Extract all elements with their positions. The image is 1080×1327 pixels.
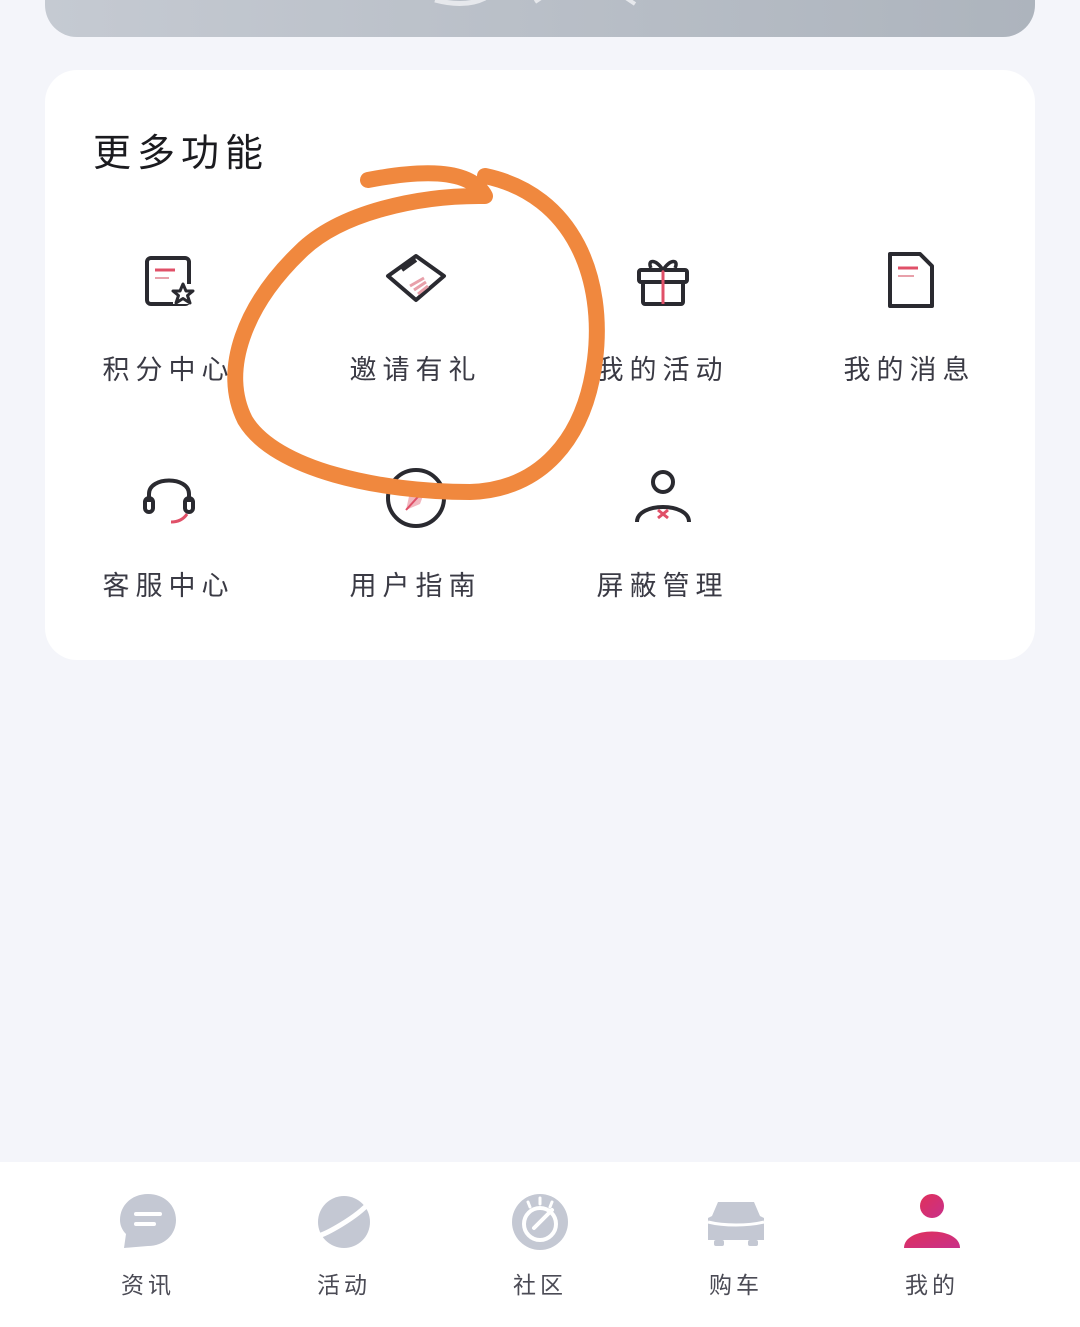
headset-icon: [133, 462, 205, 534]
planet-icon: [312, 1190, 376, 1254]
user-icon: [900, 1190, 964, 1254]
message-document-icon: [874, 246, 946, 318]
grid-item-block-management[interactable]: 屏蔽管理: [539, 462, 786, 642]
more-functions-card: 更多功能 积分中心 邀请有礼 我的活动 我的消息 客服中心 用户指南 屏蔽管理: [45, 70, 1035, 660]
tab-mine[interactable]: 我的: [824, 1162, 1040, 1327]
tab-activities[interactable]: 活动: [236, 1162, 452, 1327]
tab-label: 我的: [905, 1273, 959, 1299]
tab-community[interactable]: 社区: [432, 1162, 648, 1327]
grid-item-label: 我的消息: [843, 355, 976, 386]
grid-item-label: 邀请有礼: [349, 355, 482, 386]
tab-buy-car[interactable]: 购车: [628, 1162, 844, 1327]
user-block-icon: [627, 462, 699, 534]
compass-icon: [380, 462, 452, 534]
points-certificate-icon: [133, 246, 205, 318]
grid-item-my-activities[interactable]: 我的活动: [539, 246, 786, 426]
section-title: 更多功能: [93, 131, 270, 175]
grid-item-points-center[interactable]: 积分中心: [45, 246, 292, 426]
grid-item-user-guide[interactable]: 用户指南: [292, 462, 539, 642]
top-banner[interactable]: [45, 0, 1035, 37]
grid-item-invite-gift[interactable]: 邀请有礼: [292, 246, 539, 426]
grid-item-label: 屏蔽管理: [596, 571, 729, 602]
tab-label: 购车: [709, 1273, 763, 1299]
car-icon: [704, 1190, 768, 1254]
grid-item-label: 客服中心: [102, 571, 235, 602]
tab-label: 社区: [513, 1273, 567, 1299]
tab-label: 活动: [317, 1273, 371, 1299]
handshake-icon: [380, 246, 452, 318]
tab-label: 资讯: [121, 1273, 175, 1299]
bottom-tab-bar: 资讯 活动 社区 购车 我的: [0, 1162, 1080, 1327]
grid-item-label: 我的活动: [596, 355, 729, 386]
gift-icon: [627, 246, 699, 318]
chat-bubble-icon: [116, 1190, 180, 1254]
tab-news[interactable]: 资讯: [40, 1162, 256, 1327]
grid-item-label: 用户指南: [349, 571, 482, 602]
grid-item-customer-service[interactable]: 客服中心: [45, 462, 292, 642]
community-icon: [508, 1190, 572, 1254]
banner-decoration-icon: [434, 0, 637, 6]
grid-item-my-messages[interactable]: 我的消息: [786, 246, 1033, 426]
grid-item-label: 积分中心: [102, 355, 235, 386]
